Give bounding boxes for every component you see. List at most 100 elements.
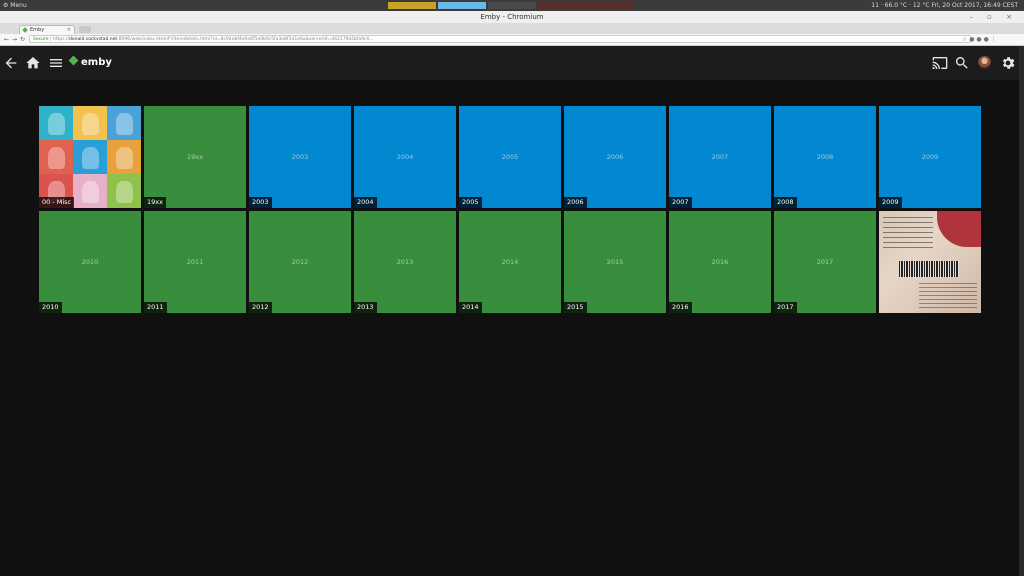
emby-logo-icon [68, 55, 79, 66]
card-caption: 2007 [669, 197, 692, 208]
system-tray[interactable]: 11 · 66.0 °C · 12 °C Fri, 20 Oct 2017, 1… [871, 0, 1018, 11]
os-menu-label: Menu [10, 2, 27, 9]
card-caption: 2012 [249, 302, 272, 313]
folder-card[interactable]: 2009 2009 [879, 106, 981, 208]
menu-hamburger-icon[interactable] [48, 55, 64, 71]
card-placeholder-title: 2012 [291, 258, 309, 266]
folder-card[interactable]: 2016 2016 [669, 211, 771, 313]
card-placeholder-title: 2008 [816, 153, 834, 161]
taskbar-window[interactable] [488, 2, 536, 9]
folder-card[interactable]: 2008 2008 [774, 106, 876, 208]
card-placeholder-title: 2006 [606, 153, 624, 161]
url-path: :8096/web/index.html#!/itemdetails.html?… [117, 37, 374, 42]
card-placeholder-title: 2016 [711, 258, 729, 266]
app-header: emby [0, 46, 1019, 80]
card-caption: 2014 [459, 302, 482, 313]
logo-text: emby [81, 57, 112, 68]
folder-card[interactable]: 2010 2010 [39, 211, 141, 313]
folder-card[interactable]: 2006 2006 [564, 106, 666, 208]
card-placeholder-title: 2010 [81, 258, 99, 266]
card-caption: 2003 [249, 197, 272, 208]
card-caption: 2008 [774, 197, 797, 208]
card-caption: 00 - Misc [39, 197, 75, 208]
collage-thumbnail [73, 106, 107, 140]
back-arrow-icon[interactable] [3, 55, 19, 71]
taskbar-windows[interactable] [388, 2, 634, 9]
collage-thumbnail [107, 106, 141, 140]
card-placeholder-title: 2004 [396, 153, 414, 161]
emby-logo[interactable]: emby [68, 55, 112, 69]
folder-card[interactable]: 2015 2015 [564, 211, 666, 313]
card-collage-image [39, 106, 141, 208]
card-caption: 2005 [459, 197, 482, 208]
card-caption: 2009 [879, 197, 902, 208]
card-placeholder-title: 2005 [501, 153, 519, 161]
folder-card[interactable]: 19xx 19xx [144, 106, 246, 208]
card-caption: 2017 [774, 302, 797, 313]
card-placeholder-title: 2014 [501, 258, 519, 266]
card-caption: 2016 [669, 302, 692, 313]
card-placeholder-title: 2011 [186, 258, 204, 266]
folder-card[interactable]: 2012 2012 [249, 211, 351, 313]
card-photo-image [879, 211, 981, 313]
new-tab-button[interactable] [79, 26, 91, 33]
extension-icons[interactable]: ☆ ● ● ● ⋮ [962, 36, 997, 43]
os-top-panel: ⚙ Menu 11 · 66.0 °C · 12 °C Fri, 20 Oct … [0, 0, 1024, 11]
taskbar-window[interactable] [538, 2, 586, 9]
collage-thumbnail [73, 174, 107, 208]
user-avatar[interactable] [978, 56, 991, 69]
page-scrollbar[interactable] [1019, 46, 1024, 576]
folder-card[interactable]: 2017 2017 [774, 211, 876, 313]
card-placeholder-title: 2015 [606, 258, 624, 266]
tab-strip: Emby × [0, 23, 1024, 34]
os-menu-button[interactable]: ⚙ Menu [3, 0, 27, 11]
forward-arrow-icon[interactable]: → [12, 34, 17, 45]
card-caption: 2006 [564, 197, 587, 208]
taskbar-window[interactable] [388, 2, 436, 9]
collage-thumbnail [73, 140, 107, 174]
url-host: donald.sackvstad.net [69, 37, 118, 42]
card-caption: 2010 [39, 302, 62, 313]
card-caption: 2013 [354, 302, 377, 313]
settings-gear-icon[interactable] [1000, 55, 1016, 71]
url-scheme: https:// [52, 37, 70, 42]
folder-card[interactable]: 2003 2003 [249, 106, 351, 208]
browser-tab[interactable]: Emby × [19, 25, 75, 34]
folder-card[interactable] [879, 211, 981, 313]
cast-icon[interactable] [932, 55, 948, 71]
card-caption: 2015 [564, 302, 587, 313]
search-icon[interactable] [954, 55, 970, 71]
collage-thumbnail [39, 140, 73, 174]
collage-thumbnail [107, 140, 141, 174]
taskbar-window[interactable] [438, 2, 486, 9]
card-placeholder-title: 2003 [291, 153, 309, 161]
folder-card[interactable]: 2014 2014 [459, 211, 561, 313]
card-caption: 2004 [354, 197, 377, 208]
tab-title: Emby [30, 27, 45, 33]
folder-card[interactable]: 2004 2004 [354, 106, 456, 208]
window-controls[interactable]: – ▫ × [969, 11, 1018, 23]
card-placeholder-title: 2007 [711, 153, 729, 161]
folder-card[interactable]: 00 - Misc [39, 106, 141, 208]
window-title: Emby - Chromium [480, 13, 544, 21]
card-placeholder-title: 2017 [816, 258, 834, 266]
taskbar-window[interactable] [586, 2, 634, 9]
emby-favicon-icon [22, 27, 28, 33]
card-placeholder-title: 2009 [921, 153, 939, 161]
folder-card[interactable]: 2007 2007 [669, 106, 771, 208]
collage-thumbnail [39, 106, 73, 140]
collage-thumbnail [107, 174, 141, 208]
back-arrow-icon[interactable]: ← [4, 34, 9, 45]
reload-icon[interactable]: ↻ [20, 34, 25, 45]
card-placeholder-title: 2013 [396, 258, 414, 266]
card-caption: 2011 [144, 302, 167, 313]
folder-card[interactable]: 2013 2013 [354, 211, 456, 313]
card-caption: 19xx [144, 197, 166, 208]
folder-card[interactable]: 2011 2011 [144, 211, 246, 313]
window-titlebar: Emby - Chromium – ▫ × [0, 11, 1024, 23]
address-bar[interactable]: Secure | https://donald.sackvstad.net:80… [29, 35, 971, 43]
folder-card[interactable]: 2005 2005 [459, 106, 561, 208]
browser-toolbar: ← → ↻ Secure | https://donald.sackvstad.… [0, 34, 1024, 46]
card-placeholder-title: 19xx [187, 153, 203, 161]
home-icon[interactable] [25, 55, 41, 71]
